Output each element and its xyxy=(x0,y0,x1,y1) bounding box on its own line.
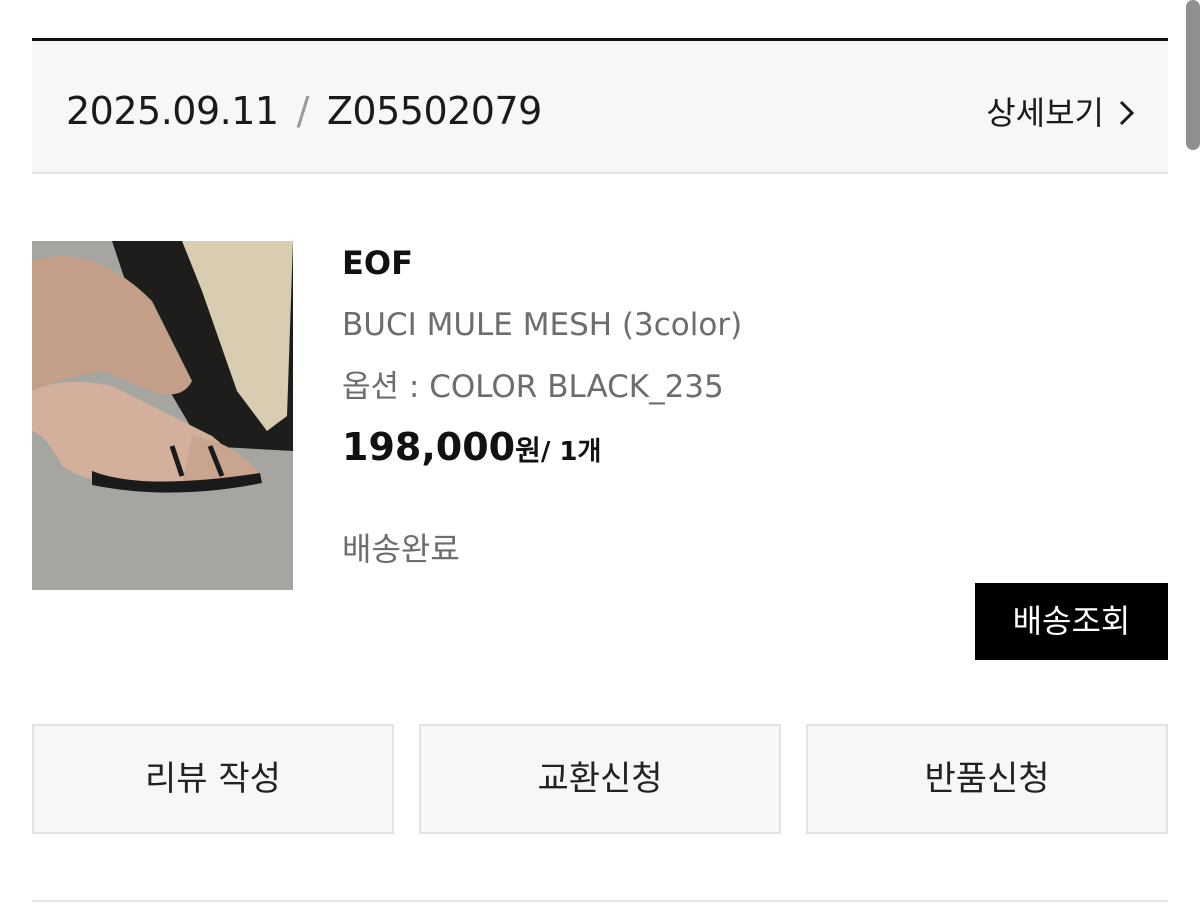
product-option: 옵션 : COLOR BLACK_235 xyxy=(342,369,724,405)
scrollbar[interactable] xyxy=(1186,0,1200,150)
order-date: 2025.09.11 xyxy=(66,89,279,133)
price-row: 198,000원/ 1개 xyxy=(342,425,942,477)
product-brand: EOF xyxy=(342,244,413,282)
bottom-divider xyxy=(32,900,1168,902)
order-detail-link[interactable]: 상세보기 xyxy=(986,93,1138,133)
product-info: EOF BUCI MULE MESH (3color) 옵션 : COLOR B… xyxy=(342,243,942,569)
order-meta: 2025.09.11 / Z05502079 xyxy=(66,89,542,133)
chevron-right-icon xyxy=(1119,100,1135,126)
delivery-status: 배송완료 xyxy=(342,530,460,568)
product-price: 198,000 xyxy=(342,425,516,469)
order-number: Z05502079 xyxy=(326,89,542,133)
write-review-button[interactable]: 리뷰 작성 xyxy=(32,724,394,834)
order-card: 2025.09.11 / Z05502079 상세보기 EOF BUCI MULE … xyxy=(32,38,1168,912)
product-name[interactable]: BUCI MULE MESH (3color) xyxy=(342,305,942,345)
product-image[interactable] xyxy=(32,241,293,590)
return-request-button[interactable]: 반품신청 xyxy=(806,724,1168,834)
product-quantity: / 1개 xyxy=(540,437,602,467)
product-photo-sandal-icon xyxy=(32,241,293,590)
track-delivery-button[interactable]: 배송조회 xyxy=(975,583,1168,660)
exchange-request-button[interactable]: 교환신청 xyxy=(419,724,781,834)
price-unit: 원 xyxy=(515,434,541,467)
order-detail-label: 상세보기 xyxy=(986,94,1104,132)
order-header: 2025.09.11 / Z05502079 상세보기 xyxy=(32,41,1168,174)
order-separator: / xyxy=(296,89,310,133)
